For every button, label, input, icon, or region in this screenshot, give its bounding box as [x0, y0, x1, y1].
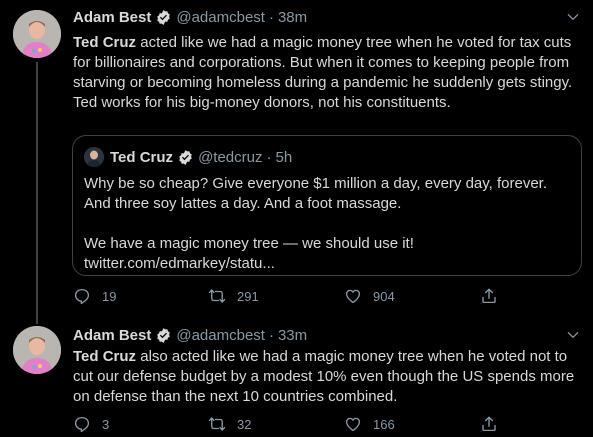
quoted-text-line-2: We have a magic money tree — we should u…: [84, 235, 414, 252]
tweet-text-rest: acted like we had a magic money tree whe…: [73, 34, 573, 111]
tweet-text: Ted Cruz acted like we had a magic money…: [73, 33, 588, 113]
tweet-text: Ted Cruz also acted like we had a magic …: [73, 347, 588, 407]
reply-button[interactable]: 19: [73, 286, 116, 306]
like-button[interactable]: 166: [344, 414, 395, 434]
retweet-button[interactable]: 291: [208, 286, 259, 306]
like-icon: [345, 289, 361, 304]
share-icon: [482, 416, 496, 432]
tweet-header: Adam Best @adamcbest · 38m: [73, 6, 307, 28]
mention-bold: Ted Cruz: [73, 348, 137, 365]
reply-count: 3: [102, 416, 110, 432]
verified-badge-icon: [157, 9, 171, 25]
chevron-down-icon[interactable]: [566, 10, 580, 24]
timestamp[interactable]: 38m: [278, 9, 307, 26]
tweet-actions: 19 291 904: [73, 286, 503, 306]
share-icon: [482, 288, 496, 304]
tweet-1[interactable]: Adam Best @adamcbest · 38m Ted Cruz acte…: [0, 0, 593, 320]
retweet-count: 32: [237, 416, 252, 432]
share-button[interactable]: [480, 414, 509, 434]
like-count: 166: [373, 416, 395, 432]
author-name[interactable]: Adam Best: [73, 327, 151, 344]
reply-count: 19: [102, 288, 117, 304]
verified-badge-icon: [157, 327, 171, 343]
tweet-actions: 3 32 166: [73, 414, 503, 434]
reply-button[interactable]: 3: [73, 414, 109, 434]
tweet-2[interactable]: Adam Best @adamcbest · 33m Ted Cruz also…: [0, 320, 593, 437]
separator-dot: ·: [268, 8, 274, 26]
like-icon: [345, 417, 361, 432]
quoted-tweet[interactable]: Ted Cruz @tedcruz · 5h Why be so cheap? …: [72, 135, 582, 276]
avatar[interactable]: [13, 326, 61, 374]
retweet-icon: [208, 417, 226, 431]
quoted-author-handle: @tedcruz: [198, 148, 263, 166]
separator-dot: ·: [268, 326, 274, 344]
author-handle[interactable]: @adamcbest: [176, 9, 265, 26]
tweet-header: Adam Best @adamcbest · 33m: [73, 324, 307, 346]
quoted-timestamp: 5h: [275, 148, 293, 166]
chevron-down-icon[interactable]: [566, 328, 580, 342]
author-name[interactable]: Adam Best: [73, 9, 151, 26]
like-count: 904: [373, 288, 395, 304]
timestamp[interactable]: 33m: [278, 327, 307, 344]
separator-dot: ·: [266, 148, 272, 166]
quoted-avatar: [84, 147, 104, 167]
quoted-tweet-text: Why be so cheap? Give everyone $1 millio…: [84, 174, 572, 274]
retweet-icon: [208, 289, 226, 303]
reply-icon: [74, 288, 90, 305]
like-button[interactable]: 904: [344, 286, 395, 306]
retweet-button[interactable]: 32: [208, 414, 251, 434]
verified-badge-icon: [179, 149, 192, 165]
mention-bold: Ted Cruz: [73, 34, 137, 51]
quoted-text-line-1: Why be so cheap? Give everyone $1 millio…: [84, 175, 548, 212]
author-handle[interactable]: @adamcbest: [176, 327, 265, 344]
share-button[interactable]: [480, 286, 509, 306]
quoted-link[interactable]: twitter.com/edmarkey/statu...: [84, 254, 572, 274]
retweet-count: 291: [237, 288, 259, 304]
quoted-tweet-header: Ted Cruz @tedcruz · 5h: [84, 147, 292, 167]
avatar[interactable]: [13, 10, 61, 58]
quoted-author-name: Ted Cruz: [110, 148, 174, 166]
reply-icon: [74, 416, 90, 433]
tweet-text-rest: also acted like we had a magic money tre…: [73, 348, 575, 405]
